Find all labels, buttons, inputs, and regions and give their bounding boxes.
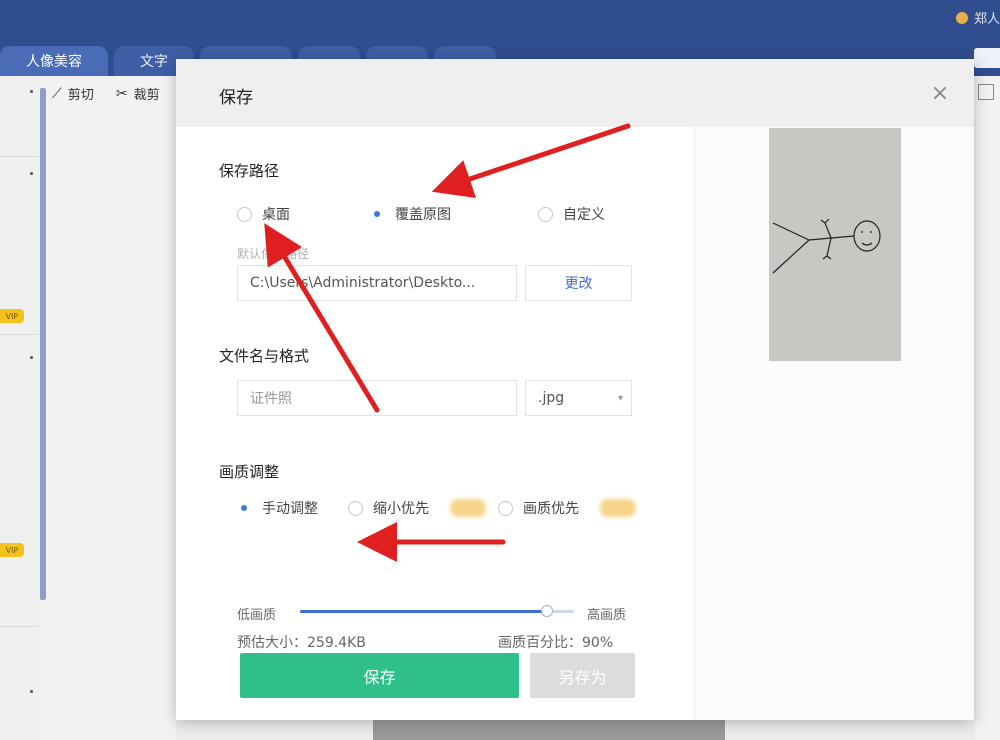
slider-handle[interactable] (540, 605, 553, 617)
list-divider (0, 156, 38, 157)
path-field[interactable]: C:\Users\Administrator\Deskto... (237, 265, 517, 301)
change-path-button[interactable]: 更改 (525, 265, 632, 301)
dialog-header: 保存 × (176, 59, 974, 127)
vip-badge (600, 499, 636, 517)
crop-tool-label: 裁剪 (133, 88, 160, 103)
radio-circle (498, 500, 513, 516)
app-right-panel (975, 76, 1000, 740)
stick-figure-drawing (772, 218, 881, 274)
user-menu[interactable]: 郑人 (955, 8, 1000, 27)
quality-percent: 画质百分比：90% (498, 635, 614, 651)
low-quality-label: 低画质 (237, 608, 277, 623)
list-dot (30, 356, 33, 359)
left-list: VIP VIP (0, 76, 40, 740)
filename-input[interactable]: 证件照 (237, 380, 517, 416)
list-divider (0, 334, 38, 335)
radio-overwrite[interactable]: 覆盖原图 (370, 204, 451, 224)
list-dot (30, 690, 33, 693)
cut-tool[interactable]: ⟋ 剪切 (52, 84, 94, 104)
image-icon[interactable] (978, 84, 994, 100)
bottom-bar (373, 720, 725, 740)
window-control[interactable] (974, 48, 1000, 68)
save-button[interactable]: 保存 (240, 653, 519, 698)
dialog-title: 保存 (219, 88, 253, 108)
quality-slider[interactable] (300, 605, 574, 617)
radio-custom-label: 自定义 (563, 207, 605, 223)
preview-pane (694, 127, 974, 720)
vip-badge: VIP (0, 309, 24, 323)
radio-circle (237, 206, 252, 222)
radio-desktop-label: 桌面 (262, 207, 290, 223)
radio-size-first[interactable]: 缩小优先 (348, 498, 429, 518)
close-icon: × (930, 80, 950, 106)
preview-image (769, 128, 901, 361)
save-as-button[interactable]: 另存为 (530, 653, 635, 698)
slider-fill (300, 610, 547, 613)
radio-custom[interactable]: 自定义 (538, 204, 605, 224)
radio-size-first-label: 缩小优先 (373, 501, 429, 517)
radio-circle (538, 206, 553, 222)
vip-badge: VIP (0, 543, 24, 557)
cut-tool-label: 剪切 (67, 88, 94, 103)
scrollbar[interactable] (40, 88, 46, 600)
tab-portrait[interactable]: 人像美容 (0, 46, 108, 76)
crop-tool[interactable]: ✂ 裁剪 (115, 84, 160, 104)
radio-quality-first[interactable]: 画质优先 (498, 498, 579, 518)
list-dot (30, 172, 33, 175)
format-value: .jpg (538, 390, 565, 406)
vip-badge (450, 499, 486, 517)
chevron-down-icon: ▾ (617, 393, 623, 404)
list-dot (30, 90, 33, 93)
quality-title: 画质调整 (219, 463, 280, 481)
user-label: 郑人 (973, 12, 1000, 27)
radio-overwrite-label: 覆盖原图 (395, 207, 451, 223)
format-select[interactable]: .jpg ▾ (525, 380, 632, 416)
close-button[interactable]: × (928, 80, 952, 106)
filename-title: 文件名与格式 (219, 347, 310, 365)
estimated-size: 预估大小：259.4KB (237, 635, 366, 651)
user-icon (955, 11, 968, 24)
list-divider (0, 626, 38, 627)
dialog-form: 保存路径 桌面 覆盖原图 自定义 默认保存路径 C:\Users\Adminis… (176, 127, 694, 720)
pencil-icon: ⟋ (52, 85, 62, 102)
app-toolbar: ⟋ 剪切 ✂ 裁剪 (52, 84, 160, 104)
radio-circle-checked (237, 501, 252, 516)
default-path-label: 默认保存路径 (237, 247, 310, 261)
high-quality-label: 高画质 (587, 608, 627, 623)
radio-circle (348, 500, 363, 516)
radio-manual[interactable]: 手动调整 (237, 498, 318, 518)
radio-circle-checked (370, 207, 385, 222)
scissors-icon: ✂ (115, 85, 128, 102)
radio-quality-first-label: 画质优先 (523, 501, 579, 517)
save-path-title: 保存路径 (219, 162, 280, 180)
radio-desktop[interactable]: 桌面 (237, 204, 290, 224)
radio-manual-label: 手动调整 (262, 501, 318, 517)
save-dialog: 保存 × 保存路径 桌面 覆盖原图 自定义 默认保存路径 C:\Users\Ad… (176, 59, 974, 720)
